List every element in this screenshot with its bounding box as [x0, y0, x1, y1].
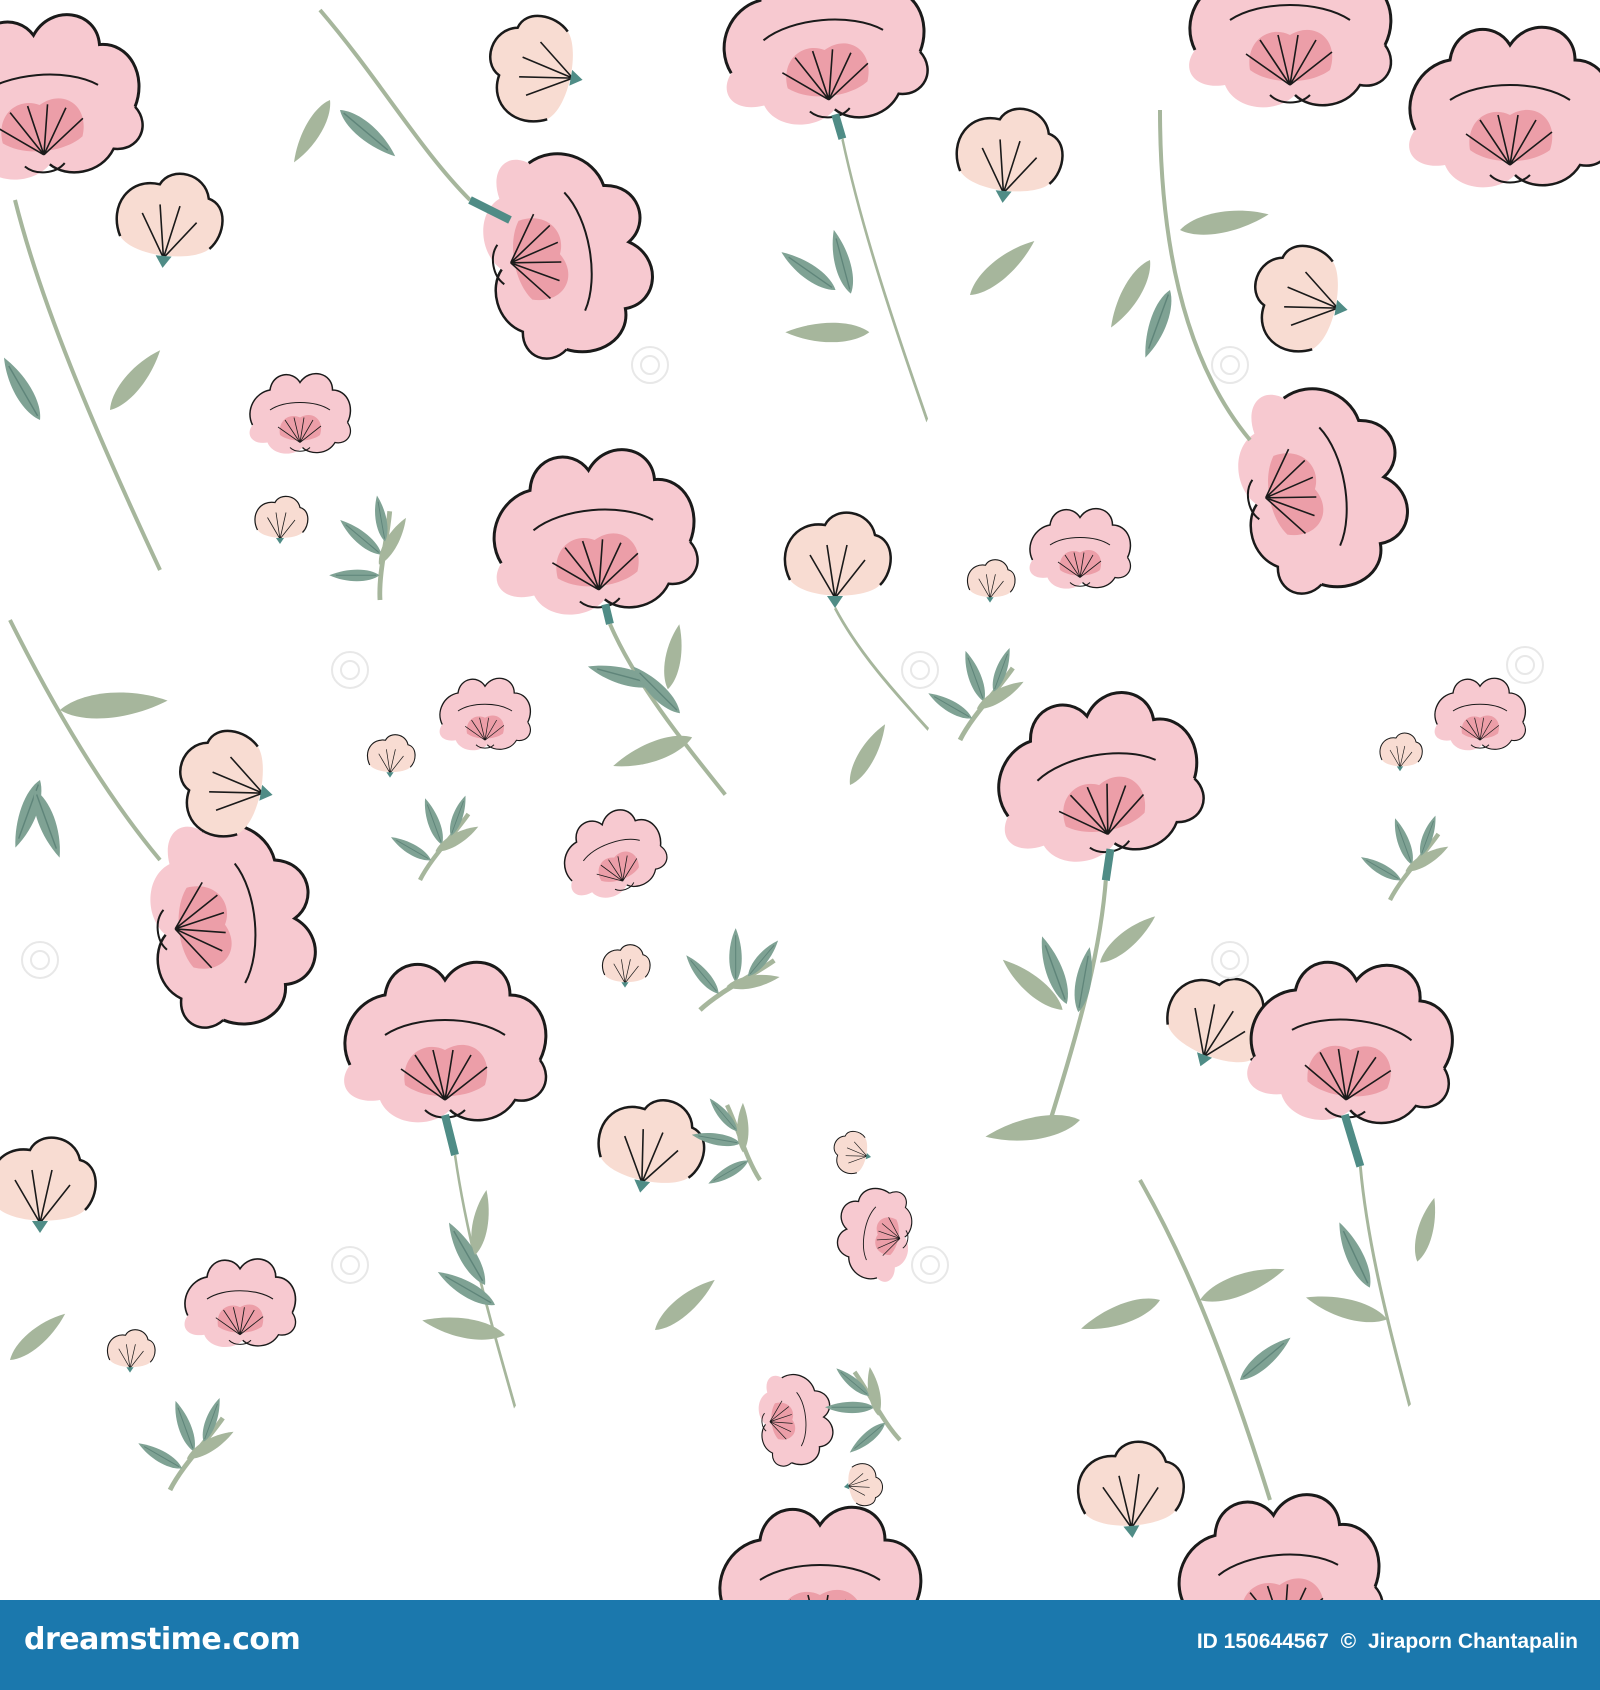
author-name[interactable]: Jiraporn Chantapalin	[1368, 1630, 1578, 1653]
stock-footer-bar: dreamstime.com ID 150644567 © Jiraporn C…	[0, 1600, 1600, 1690]
image-id: ID 150644567	[1196, 1630, 1329, 1653]
image-credit: ID 150644567 © Jiraporn Chantapalin	[1191, 1630, 1578, 1654]
floral-pattern-image	[0, 0, 1600, 1600]
stock-image: dreamstime.com ID 150644567 © Jiraporn C…	[0, 0, 1600, 1690]
dreamstime-logo[interactable]: dreamstime.com	[24, 1622, 301, 1657]
copyright-symbol: ©	[1340, 1630, 1357, 1653]
